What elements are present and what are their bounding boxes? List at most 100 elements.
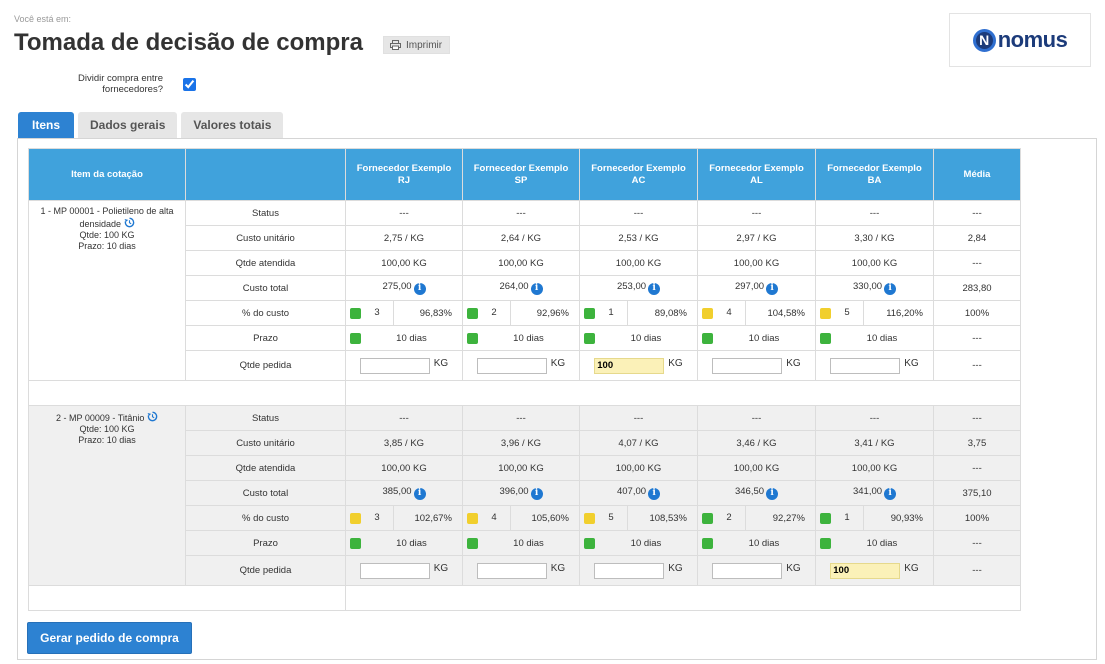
rank-status-icon: [467, 307, 478, 319]
print-button[interactable]: Imprimir: [383, 36, 451, 54]
unit-label: KG: [433, 563, 449, 574]
info-icon[interactable]: i: [413, 282, 426, 295]
status-cell: ---: [815, 200, 934, 226]
qtde-pedida-input[interactable]: [712, 562, 783, 579]
pct-custo-cell: 1 89,08%: [579, 300, 698, 326]
custo-total-value: 275,00: [382, 281, 412, 293]
prazo-value: 10 dias: [866, 332, 898, 344]
info-icon[interactable]: i: [530, 282, 543, 295]
tab-valores-totais[interactable]: Valores totais: [181, 112, 284, 138]
pct-custo-cell: 5 108,53%: [579, 505, 698, 531]
custo-total-cell: 275,00 i: [345, 275, 463, 301]
custo-total-cell: 396,00 i: [462, 480, 580, 506]
tab-itens[interactable]: Itens: [18, 112, 74, 138]
restore-icon[interactable]: [124, 217, 135, 228]
prazo-cell: 10 dias: [345, 325, 463, 351]
qtde-pedida-input[interactable]: [830, 357, 901, 374]
custo-unitario-cell: 2,75 / KG: [345, 225, 463, 251]
pct-value: 89,08%: [654, 307, 687, 319]
item-qtde: Qtde: 100 KG: [79, 230, 135, 240]
qtde-pedida-avg: ---: [933, 555, 1021, 586]
col-header-supplier: Fornecedor Exemplo RJ: [345, 148, 463, 201]
item-cell: 1 - MP 00001 - Polietileno de alta densi…: [28, 200, 186, 381]
gerar-pedido-button[interactable]: Gerar pedido de compra: [27, 622, 192, 654]
custo-unitario-cell: 3,30 / KG: [815, 225, 934, 251]
qtde-pedida-input[interactable]: [830, 562, 901, 579]
pct-custo-cell: 2 92,96%: [462, 300, 580, 326]
prazo-value: 10 dias: [748, 537, 780, 549]
prazo-status-icon: [702, 332, 713, 344]
info-icon[interactable]: i: [766, 282, 779, 295]
split-purchase-label: Dividir compra entre fornecedores?: [78, 73, 163, 95]
split-purchase-checkbox[interactable]: [183, 78, 196, 91]
prazo-cell: 10 dias: [815, 325, 934, 351]
row-label: Custo unitário: [185, 225, 346, 251]
custo-total-cell: 407,00 i: [579, 480, 698, 506]
info-icon[interactable]: i: [766, 487, 779, 500]
qtde-pedida-input[interactable]: [476, 357, 547, 374]
row-label: Prazo: [185, 325, 346, 351]
qtde-atendida-cell: 100,00 KG: [697, 250, 816, 276]
info-icon[interactable]: i: [648, 487, 661, 500]
qtde-atendida-cell: 100,00 KG: [697, 455, 816, 481]
qtde-pedida-cell: KG: [697, 555, 816, 586]
row-label: Qtde pedida: [185, 555, 346, 586]
rank-value: 2: [713, 506, 746, 530]
rank-status-icon: [350, 512, 361, 524]
pct-value: 92,96%: [536, 307, 569, 319]
qtde-atendida-cell: ---: [933, 250, 1021, 276]
restore-icon[interactable]: [147, 411, 158, 422]
prazo-cell: 10 dias: [697, 325, 816, 351]
row-label: Status: [185, 200, 346, 226]
spacer-cell: [345, 380, 1021, 406]
table-row: 1 - MP 00001 - Polietileno de alta densi…: [28, 200, 1021, 381]
spacer-cell: [345, 585, 1021, 611]
unit-label: KG: [904, 358, 919, 369]
info-icon[interactable]: i: [648, 282, 661, 295]
pct-custo-cell: 1 90,93%: [815, 505, 934, 531]
col-header-supplier: Fornecedor Exemplo BA: [815, 148, 934, 201]
info-icon[interactable]: i: [884, 282, 897, 295]
pct-value: 105,60%: [531, 512, 569, 524]
row-label: Custo total: [185, 275, 346, 301]
qtde-pedida-input[interactable]: [476, 562, 547, 579]
rank-status-icon: [702, 512, 713, 524]
qtde-atendida-cell: 100,00 KG: [345, 250, 463, 276]
qtde-pedida-input[interactable]: [712, 357, 783, 374]
prazo-status-icon: [350, 537, 361, 549]
pct-value: 104,58%: [767, 307, 805, 319]
spacer-row: [28, 585, 1021, 611]
qtde-pedida-input[interactable]: [594, 562, 665, 579]
qtde-pedida-input[interactable]: [359, 357, 430, 374]
qtde-pedida-input[interactable]: [359, 562, 430, 579]
unit-label: KG: [550, 358, 566, 369]
prazo-value: 10 dias: [630, 332, 662, 344]
row-label: Prazo: [185, 530, 346, 556]
prazo-avg: ---: [933, 325, 1021, 351]
unit-label: KG: [786, 358, 801, 369]
breadcrumb: Você está em:: [14, 14, 72, 24]
unit-label: KG: [786, 563, 801, 574]
custo-total-cell: 375,10: [933, 480, 1021, 506]
tab-dados-gerais[interactable]: Dados gerais: [78, 112, 178, 138]
custo-total-value: 297,00: [734, 281, 765, 293]
custo-unitario-cell: 3,46 / KG: [697, 430, 816, 456]
prazo-cell: 10 dias: [579, 325, 698, 351]
print-label: Imprimir: [406, 39, 443, 51]
custo-unitario-cell: 2,97 / KG: [697, 225, 816, 251]
qtde-pedida-input[interactable]: [594, 357, 665, 374]
info-icon[interactable]: i: [413, 487, 426, 500]
qtde-pedida-cell: KG: [345, 350, 463, 381]
info-icon[interactable]: i: [530, 487, 543, 500]
table-row: 2 - MP 00009 - Titânio Qtde: 100 KG Prazo…: [28, 405, 1021, 586]
col-header-item: Item da cotação: [28, 148, 186, 201]
info-icon[interactable]: i: [884, 487, 897, 500]
prazo-status-icon: [702, 537, 713, 549]
pct-custo-cell: 3 96,83%: [345, 300, 463, 326]
rank-status-icon: [467, 512, 478, 524]
prazo-cell: 10 dias: [462, 530, 580, 556]
qtde-atendida-cell: 100,00 KG: [579, 250, 698, 276]
qtde-pedida-cell: KG: [579, 350, 698, 381]
prazo-status-icon: [584, 332, 595, 344]
table-header: Item da cotação Fornecedor Exemplo RJ Fo…: [28, 148, 1021, 201]
